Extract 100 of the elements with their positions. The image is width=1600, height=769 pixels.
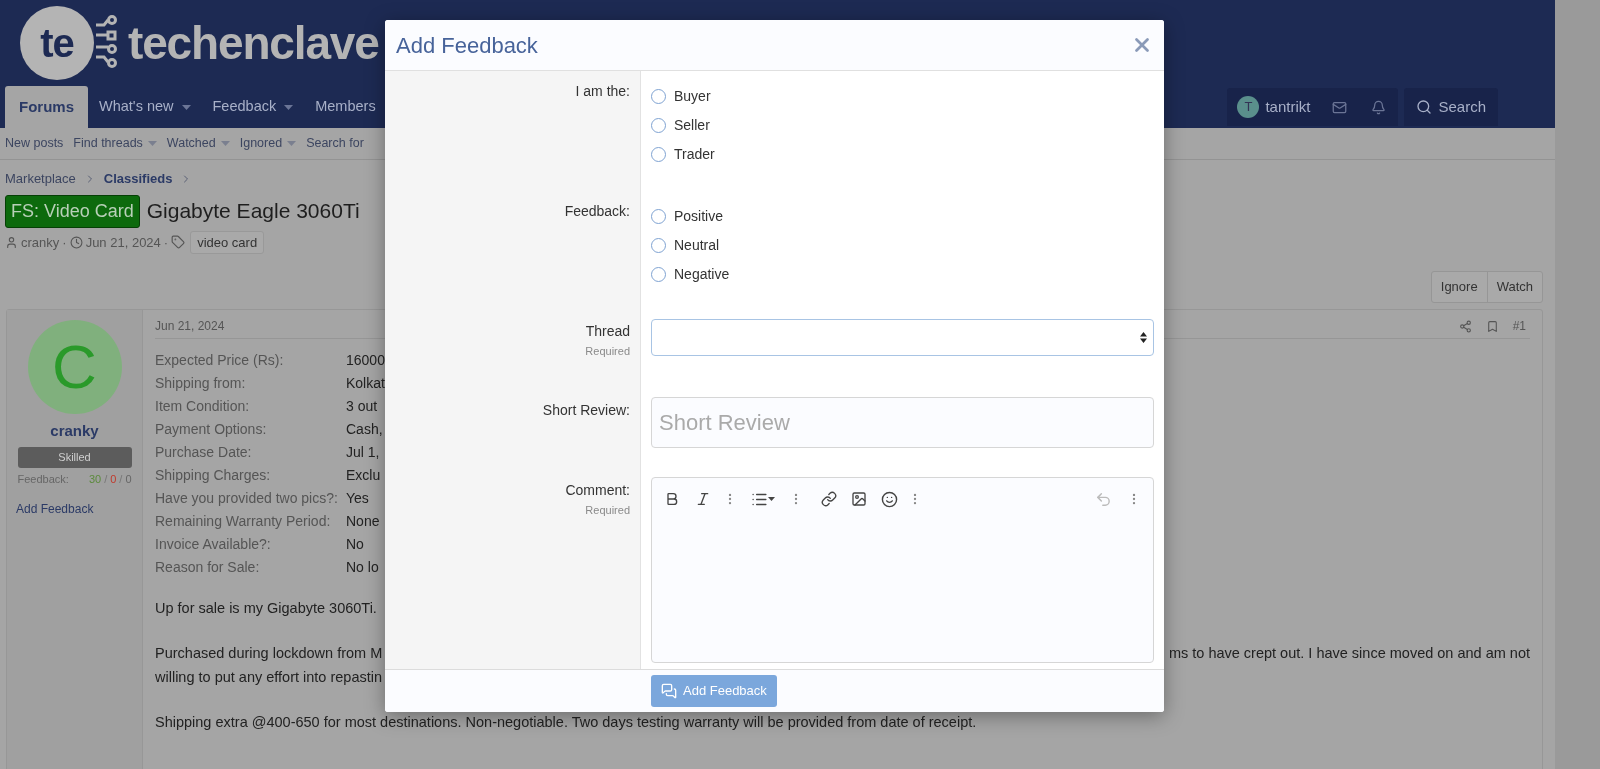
logo-wordmark: techenclave — [128, 20, 379, 66]
field-label: Feedback: — [563, 202, 630, 220]
field-label: Short Review: — [541, 401, 630, 419]
bold-icon — [664, 491, 680, 507]
post-text: willing to put any effort into repastin — [155, 668, 383, 688]
post-text: Up for sale is my Gigabyte 3060Ti. — [155, 599, 377, 619]
radio-label: Trader — [674, 145, 715, 164]
thread-action-button[interactable]: Watch — [1486, 272, 1542, 302]
user-icon — [5, 235, 18, 249]
field-label: Thread — [584, 322, 630, 340]
image-icon — [851, 491, 867, 507]
radio-label: Neutral — [674, 236, 720, 255]
field-value: Kolkat — [346, 374, 385, 393]
radio-label: Buyer — [674, 87, 711, 106]
field-label: Shipping Charges: — [155, 466, 272, 485]
chat-icon — [661, 683, 677, 699]
thread-action-button[interactable]: Ignore — [1431, 272, 1487, 302]
sub-nav-link[interactable]: Find threads — [73, 134, 157, 153]
nav-tab[interactable]: Members — [304, 86, 387, 128]
radio-label: Positive — [674, 207, 724, 226]
field-value: 3 out — [346, 397, 378, 416]
add-feedback-link[interactable]: Add Feedback — [16, 500, 94, 518]
radio-label: Seller — [674, 116, 710, 135]
field-hint: Required — [584, 344, 630, 359]
feedback-label: Feedback: — [17, 471, 69, 487]
field-value: None — [346, 512, 380, 531]
field-label: Shipping from: — [155, 374, 247, 393]
post-text: Purchased during lockdown from M — [155, 644, 383, 664]
slash-separator: / — [104, 471, 108, 487]
breadcrumb-link[interactable]: Marketplace — [5, 169, 76, 189]
comment-editor[interactable] — [651, 477, 1154, 663]
rank-badge: Skilled — [17, 446, 132, 468]
thread-select[interactable] — [651, 319, 1154, 356]
smiley-icon — [881, 490, 898, 508]
radio-button[interactable] — [651, 118, 666, 133]
field-label: Comment: — [564, 481, 630, 499]
search-button[interactable]: Search — [1404, 88, 1498, 126]
post-text: ms to have crept out. I have since moved on and am not — [1168, 644, 1530, 664]
user-avatar: C — [27, 320, 122, 414]
field-value: Jul 1, — [346, 443, 380, 462]
post-date: Jun 21, 2024 — [155, 318, 225, 335]
share-icon — [1458, 319, 1472, 333]
radio-button[interactable] — [651, 238, 666, 253]
separator-dot: · — [62, 233, 67, 252]
logo-badge-text: te — [40, 23, 74, 63]
field-label: Reason for Sale: — [155, 558, 261, 577]
field-value: Exclu — [346, 466, 381, 485]
thread-title: Gigabyte Eagle 3060Ti — [146, 198, 360, 225]
radio-button[interactable] — [651, 209, 666, 224]
field-value: No lo — [346, 558, 379, 577]
dialog-title: Add Feedback — [396, 31, 538, 60]
field-hint: Required — [584, 503, 630, 518]
field-label: Purchase Date: — [155, 443, 253, 462]
post-text: Shipping extra @400-650 for most destinations. Non-negotiable. Two days testing warranty will be provided from date of receipt. — [155, 713, 977, 733]
nav-tab[interactable]: Forums — [5, 86, 88, 128]
field-value: Cash, — [346, 420, 383, 439]
search-icon — [1416, 99, 1433, 115]
field-value: 16000 — [346, 351, 385, 370]
clock-icon — [69, 235, 83, 249]
sub-nav-link[interactable]: New posts — [5, 134, 64, 153]
field-label: Item Condition: — [155, 397, 251, 416]
tag-icon — [171, 235, 186, 250]
thread-prefix-label: FS: Video Card — [5, 194, 140, 228]
separator-dot: · — [163, 233, 169, 252]
bookmark-icon — [1485, 319, 1499, 333]
short-review-field[interactable]: Short Review — [651, 397, 1154, 448]
radio-button[interactable] — [651, 267, 666, 282]
field-label: Have you provided two pics?: — [155, 489, 339, 508]
field-value: No — [346, 535, 364, 554]
radio-button[interactable] — [651, 89, 666, 104]
field-label: Remaining Warranty Period: — [155, 512, 332, 531]
breadcrumb-link[interactable]: Classifieds — [103, 169, 173, 189]
radio-label: Negative — [674, 265, 730, 284]
thread-date: Jun 21, 2024 — [85, 233, 161, 252]
sub-nav-link[interactable]: Watched — [166, 134, 230, 153]
italic-icon — [695, 491, 711, 507]
positive-count: 30 — [88, 471, 102, 487]
user-avatar: T — [1237, 96, 1260, 118]
negative-count: 0 — [110, 471, 117, 487]
username: tantrikt — [1265, 96, 1311, 117]
field-label: I am the: — [574, 82, 630, 100]
link-icon — [821, 491, 837, 507]
field-label: Expected Price (Rs): — [155, 351, 285, 370]
radio-button[interactable] — [651, 147, 666, 162]
slash-separator: / — [119, 471, 123, 487]
sub-nav-link[interactable]: Search for — [306, 134, 364, 153]
sub-nav-link[interactable]: Ignored — [239, 134, 297, 153]
field-label: Payment Options: — [155, 420, 268, 439]
author-link[interactable]: cranky — [21, 232, 60, 252]
submit-button[interactable]: Add Feedback — [651, 675, 777, 707]
select-arrows-icon — [1140, 332, 1147, 343]
poster-name[interactable]: cranky — [50, 420, 99, 443]
field-value: Yes — [346, 489, 369, 508]
tag-chip[interactable]: video card — [190, 230, 265, 254]
post-number[interactable]: #1 — [1512, 317, 1526, 335]
nav-tab[interactable]: Feedback — [201, 86, 305, 128]
field-label: Invoice Available?: — [155, 535, 272, 554]
circuit-icon — [96, 15, 118, 69]
undo-icon — [1095, 490, 1112, 508]
nav-tab[interactable]: What's new — [88, 86, 202, 128]
